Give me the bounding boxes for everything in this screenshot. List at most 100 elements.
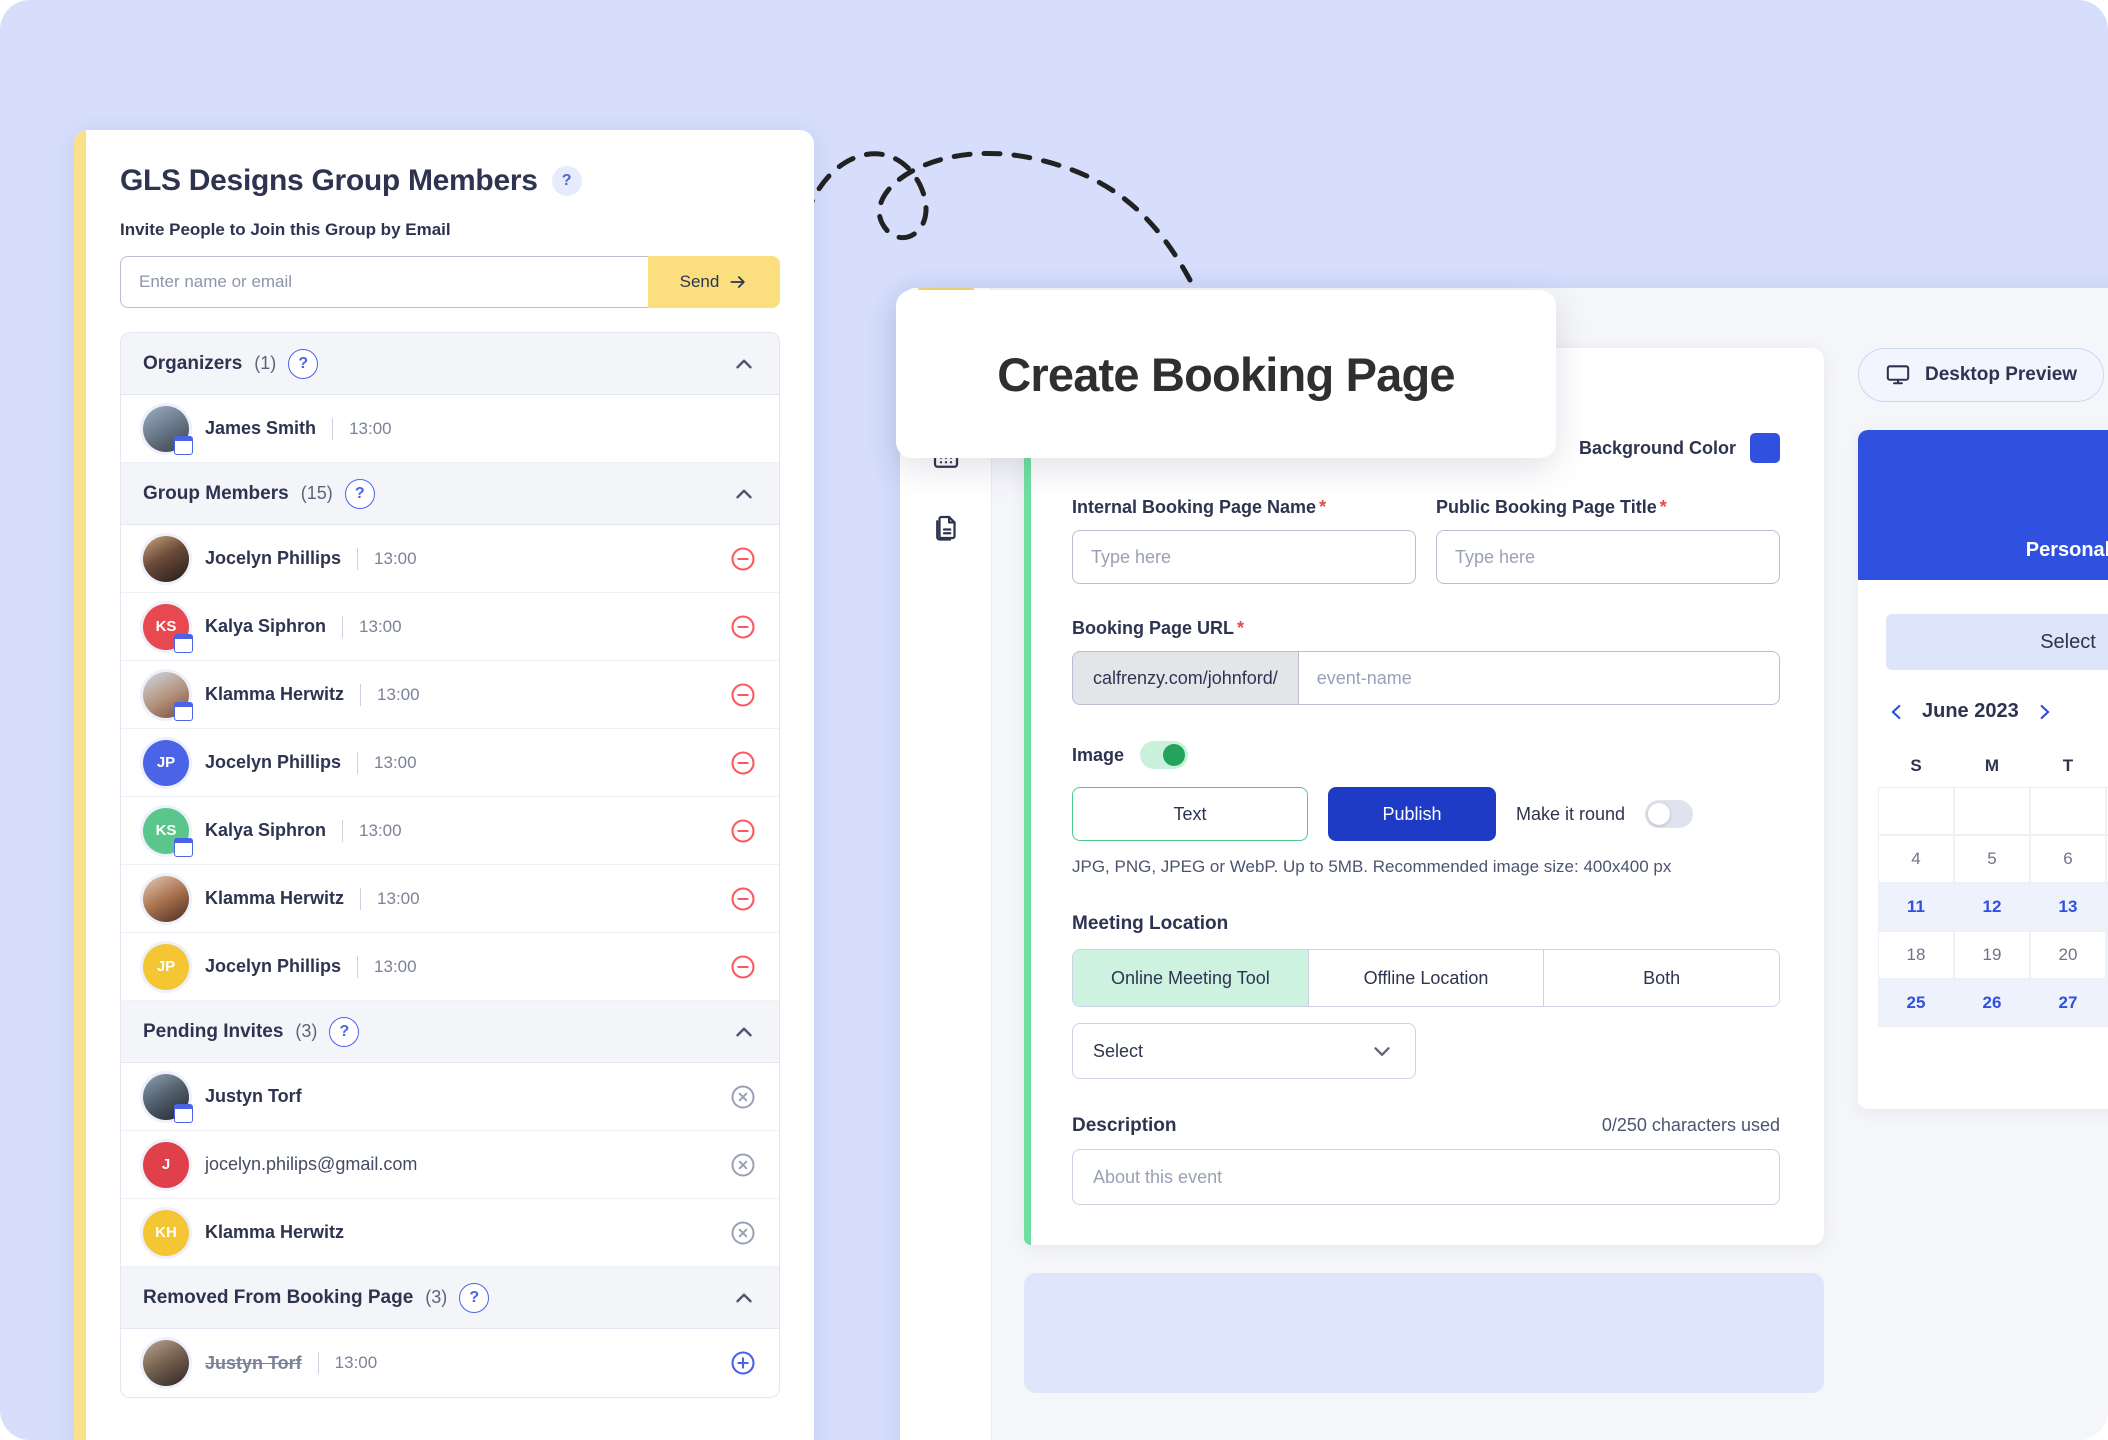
member-name: Kalya Siphron: [205, 616, 327, 636]
calendar-day-cell[interactable]: 12: [1954, 883, 2030, 931]
background-color-swatch[interactable]: [1750, 433, 1780, 463]
remove-member-icon: [731, 546, 755, 571]
section-header[interactable]: Pending Invites (3)?: [121, 1001, 779, 1063]
calendar-day-cell[interactable]: 11: [1878, 883, 1954, 931]
remove-member-button[interactable]: [729, 885, 757, 913]
cancel-invite-icon: [731, 1153, 755, 1176]
help-icon[interactable]: ?: [459, 1282, 490, 1313]
url-input-group: calfrenzy.com/johnford/: [1072, 651, 1780, 705]
avatar: JP: [143, 739, 189, 786]
meeting-tool-select[interactable]: Select: [1072, 1023, 1416, 1079]
calendar-day-cell[interactable]: 25: [1878, 979, 1954, 1027]
cancel-invite-button[interactable]: [729, 1219, 757, 1247]
section-title: Group Members: [143, 482, 289, 504]
member-time: 13:00: [377, 684, 420, 704]
restore-member-button[interactable]: [729, 1349, 757, 1377]
calendar-day-cell[interactable]: 4: [1878, 835, 1954, 883]
member-row: Klamma Herwitz 13:00: [121, 865, 779, 933]
calendar-connected-badge: [174, 435, 193, 455]
text-button[interactable]: Text: [1072, 787, 1308, 841]
calendar-day-cell[interactable]: 6: [2030, 835, 2106, 883]
member-row: KS Kalya Siphron 13:00: [121, 593, 779, 661]
section-collapse-button[interactable]: [731, 481, 757, 507]
required-asterisk: *: [1319, 497, 1327, 517]
member-name: Klamma Herwitz: [205, 888, 345, 908]
section-header[interactable]: Group Members (15)?: [121, 463, 779, 525]
help-icon[interactable]: ?: [329, 1016, 360, 1047]
meeting-location-tab[interactable]: Offline Location: [1308, 950, 1545, 1006]
meeting-location-tab[interactable]: Both: [1544, 950, 1779, 1006]
divider: [357, 547, 359, 570]
member-name: James Smith: [205, 418, 317, 438]
preview-footer-label: Forever: [1858, 1027, 2108, 1109]
internal-name-label: Internal Booking Page Name *: [1072, 497, 1416, 518]
remove-member-button[interactable]: [729, 953, 757, 981]
calendar-day-cell[interactable]: 26: [1954, 979, 2030, 1027]
calendar-day-cell[interactable]: 20: [2030, 931, 2106, 979]
meeting-location-tab[interactable]: Online Meeting Tool: [1073, 950, 1309, 1006]
cancel-invite-button[interactable]: [729, 1151, 757, 1179]
section-header[interactable]: Removed From Booking Page (3)?: [121, 1267, 779, 1329]
url-label-text: Booking Page URL: [1072, 618, 1235, 638]
section-collapse-button[interactable]: [731, 351, 757, 377]
section-title: Pending Invites: [143, 1020, 284, 1042]
make-round-toggle[interactable]: [1645, 800, 1694, 828]
remove-member-button[interactable]: [729, 681, 757, 709]
calendar-day-cell: [1954, 787, 2030, 835]
document-copy-icon: [935, 515, 956, 541]
next-month-button[interactable]: [2033, 701, 2055, 723]
section-title: Organizers: [143, 352, 243, 374]
section-collapse-button[interactable]: [731, 1019, 757, 1045]
calendar-day-cell[interactable]: 27: [2030, 979, 2106, 1027]
chevron-down-icon: [1369, 1038, 1395, 1064]
url-slug-input[interactable]: [1297, 651, 1780, 705]
divider: [357, 955, 359, 978]
remove-member-button[interactable]: [729, 817, 757, 845]
remove-member-icon: [731, 614, 755, 639]
avatar: [143, 1340, 189, 1386]
remove-member-button[interactable]: [729, 613, 757, 641]
description-input[interactable]: [1072, 1149, 1780, 1205]
remove-member-button[interactable]: [729, 749, 757, 777]
background-color-label: Background Color: [1578, 437, 1736, 458]
help-icon[interactable]: ?: [344, 478, 375, 509]
help-icon[interactable]: ?: [288, 348, 319, 379]
callout-title: Create Booking Page: [997, 347, 1455, 401]
desktop-preview-label: Desktop Preview: [1925, 364, 2078, 385]
send-invite-button[interactable]: Send: [648, 256, 780, 308]
image-toggle-row: Image: [1072, 741, 1780, 769]
calendar-connected-badge: [174, 701, 193, 721]
avatar: KH: [143, 1209, 189, 1256]
section-collapse-button[interactable]: [731, 1285, 757, 1311]
cancel-invite-icon: [731, 1085, 755, 1108]
image-toggle[interactable]: [1140, 741, 1189, 769]
section-title: Removed From Booking Page: [143, 1286, 414, 1308]
remove-member-button[interactable]: [729, 545, 757, 573]
calendar-day-cell[interactable]: 5: [1954, 835, 2030, 883]
calendar-month-label: June 2023: [1922, 700, 2019, 722]
calendar-day-cell[interactable]: 19: [1954, 931, 2030, 979]
preview-hero-label: Personal: [2025, 539, 2108, 561]
upload-hint: JPG, PNG, JPEG or WebP. Up to 5MB. Recom…: [1072, 857, 1672, 876]
cancel-invite-button[interactable]: [729, 1083, 757, 1111]
public-title-input[interactable]: [1436, 530, 1780, 584]
divider: [342, 819, 344, 842]
meeting-location-tabs: Online Meeting Tool Offline Location Both: [1072, 949, 1780, 1007]
publish-button[interactable]: Publish: [1328, 787, 1496, 841]
invite-input[interactable]: [120, 256, 648, 308]
preview-select-button[interactable]: Select: [1886, 614, 2108, 670]
section-header[interactable]: Organizers (1)?: [121, 333, 779, 395]
prev-month-button[interactable]: [1886, 701, 1908, 723]
member-row: Justyn Torf 13:00: [121, 1329, 779, 1397]
calendar-connected-badge: [174, 633, 193, 653]
internal-name-input[interactable]: [1072, 530, 1416, 584]
help-icon[interactable]: ?: [551, 166, 582, 196]
rail-item-documents[interactable]: [924, 506, 968, 550]
calendar-header: June 2023 S: [1858, 670, 2108, 723]
backdrop-clip: Booking Page Appearance Customize your b…: [0, 0, 2108, 1440]
toggle-knob: [1648, 803, 1671, 825]
desktop-preview-toggle[interactable]: Desktop Preview: [1858, 348, 2105, 402]
avatar: J: [143, 1141, 189, 1188]
calendar-day-cell[interactable]: 18: [1878, 931, 1954, 979]
calendar-day-cell[interactable]: 13: [2030, 883, 2106, 931]
